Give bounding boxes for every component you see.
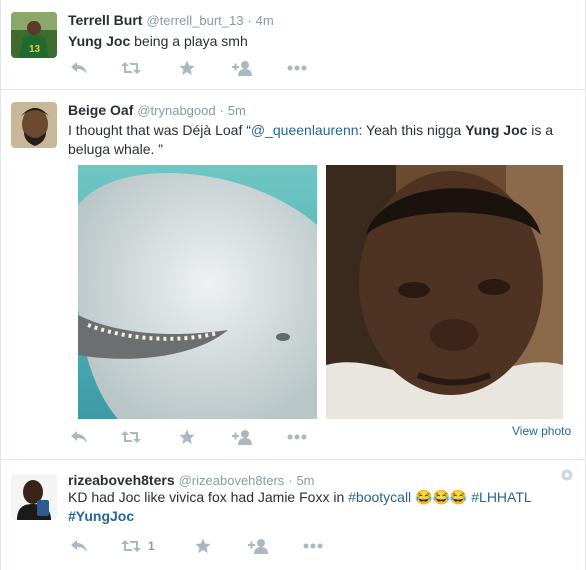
avatar[interactable] bbox=[11, 474, 57, 520]
author-handle[interactable]: @terrell_burt_13 bbox=[146, 13, 243, 28]
author-name[interactable]: Beige Oaf bbox=[68, 102, 133, 118]
follow-icon[interactable] bbox=[232, 427, 254, 447]
favorite-icon[interactable] bbox=[176, 58, 198, 78]
more-icon[interactable] bbox=[286, 427, 308, 447]
svg-text:13: 13 bbox=[29, 44, 41, 55]
tweet-text-part: I thought that was Déjà Loaf “ bbox=[68, 122, 251, 138]
avatar[interactable] bbox=[11, 102, 57, 148]
tweet-item[interactable]: rizeaboveh8ters @rizeaboveh8ters · 5m KD … bbox=[1, 460, 585, 570]
author-handle[interactable]: @trynabgood bbox=[137, 103, 215, 118]
retweet-icon[interactable] bbox=[120, 536, 142, 556]
more-icon[interactable] bbox=[302, 536, 324, 556]
separator: · bbox=[288, 473, 293, 488]
tweet-text-part: : Yeah this nigga bbox=[358, 122, 466, 138]
follow-icon[interactable] bbox=[232, 58, 254, 78]
tweet-text: KD had Joc like vivica fox had Jamie Fox… bbox=[68, 488, 568, 526]
tweet-item[interactable]: Beige Oaf @trynabgood · 5m I thought that… bbox=[1, 90, 585, 460]
reply-icon[interactable] bbox=[68, 58, 90, 78]
tweet-actions bbox=[68, 427, 328, 447]
retweet-count: 1 bbox=[148, 539, 155, 553]
retweet-icon[interactable] bbox=[120, 427, 142, 447]
highlighted-term: Yung Joc bbox=[68, 33, 131, 49]
hashtag-link[interactable]: #LHHATL bbox=[471, 489, 531, 505]
tweet-timestamp[interactable]: 4m bbox=[256, 13, 274, 28]
tweet-item[interactable]: 13 Terrell Burt @terrell_burt_13 · 4m Yun… bbox=[1, 0, 585, 90]
tweet-timeline: 13 Terrell Burt @terrell_burt_13 · 4m Yun… bbox=[0, 0, 586, 570]
reply-icon[interactable] bbox=[68, 427, 90, 447]
favorite-icon[interactable] bbox=[192, 536, 214, 556]
highlighted-term: Yung Joc bbox=[465, 122, 528, 138]
tweet-text: I thought that was Déjà Loaf “@_queenlau… bbox=[68, 121, 568, 159]
favorite-icon[interactable] bbox=[176, 427, 198, 447]
follow-icon[interactable] bbox=[248, 536, 270, 556]
emoji: 😂😂😂 bbox=[415, 489, 468, 505]
hashtag-link[interactable]: #YungJoc bbox=[68, 508, 134, 524]
mention-link[interactable]: @_queenlaurenn bbox=[251, 122, 359, 138]
reply-icon[interactable] bbox=[68, 536, 90, 556]
author-name[interactable]: rizeaboveh8ters bbox=[68, 472, 175, 488]
gear-icon[interactable] bbox=[561, 468, 573, 484]
tweet-header: rizeaboveh8ters @rizeaboveh8ters · 5m bbox=[68, 472, 315, 488]
retweet-icon[interactable] bbox=[120, 58, 142, 78]
face-photo[interactable] bbox=[326, 165, 563, 419]
tweet-text: Yung Joc being a playa smh bbox=[68, 32, 568, 51]
more-icon[interactable] bbox=[286, 58, 308, 78]
tweet-timestamp[interactable]: 5m bbox=[228, 103, 246, 118]
tweet-header: Terrell Burt @terrell_burt_13 · 4m bbox=[68, 12, 274, 28]
separator: · bbox=[247, 13, 252, 28]
view-photo-link[interactable]: View photo bbox=[512, 424, 571, 438]
beluga-photo[interactable] bbox=[78, 165, 317, 419]
tweet-header: Beige Oaf @trynabgood · 5m bbox=[68, 102, 246, 118]
author-name[interactable]: Terrell Burt bbox=[68, 12, 142, 28]
tweet-timestamp[interactable]: 5m bbox=[296, 473, 314, 488]
avatar[interactable]: 13 bbox=[11, 12, 57, 58]
separator: · bbox=[219, 103, 224, 118]
tweet-actions bbox=[68, 58, 328, 78]
tweet-actions: 1 bbox=[68, 536, 328, 556]
tweet-text-part: being a playa smh bbox=[130, 33, 248, 49]
hashtag-link[interactable]: #bootycall bbox=[348, 489, 411, 505]
author-handle[interactable]: @rizeaboveh8ters bbox=[179, 473, 285, 488]
tweet-text-part: KD had Joc like vivica fox had Jamie Fox… bbox=[68, 489, 349, 505]
